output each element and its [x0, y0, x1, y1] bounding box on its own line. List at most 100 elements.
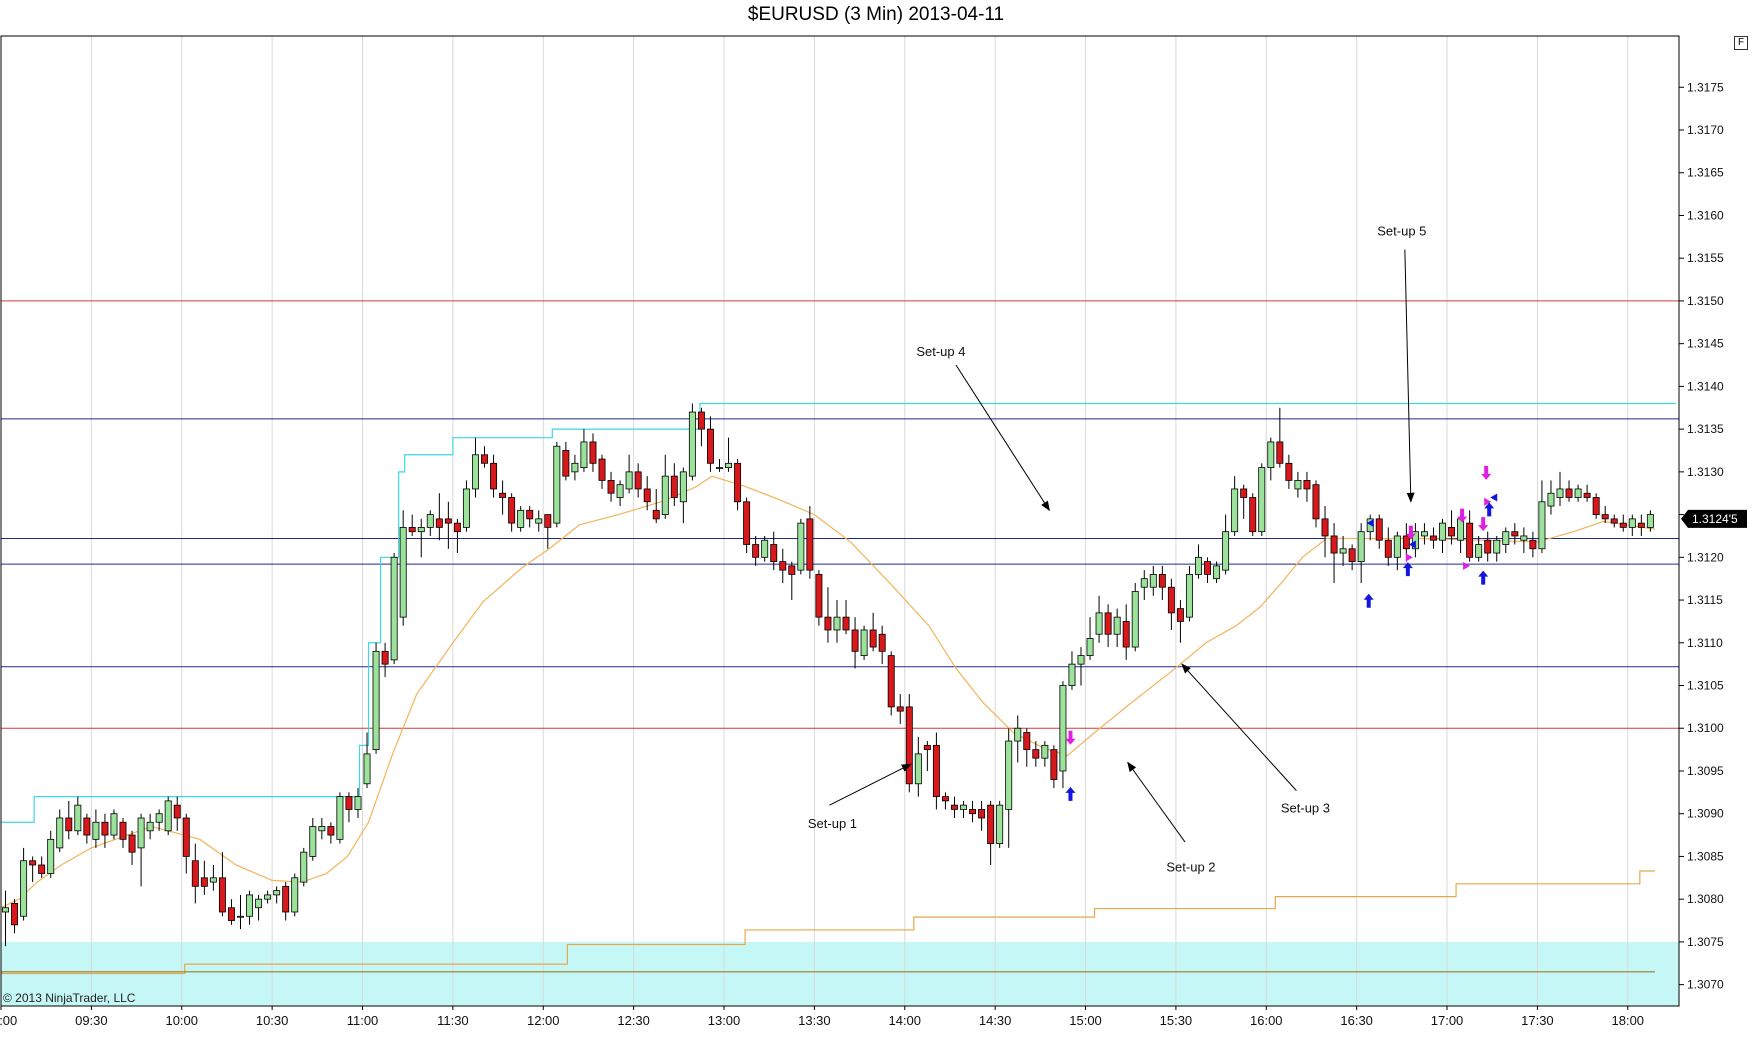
- candle-body: [688, 411, 696, 477]
- candle-body: [941, 796, 949, 802]
- candle-body: [652, 509, 660, 520]
- candle-body: [851, 629, 859, 652]
- candle-body: [1104, 612, 1112, 635]
- candle-body: [255, 898, 263, 909]
- candle-body: [1357, 531, 1365, 562]
- candle-body: [47, 838, 55, 874]
- x-tick-label: 10:00: [165, 1013, 198, 1028]
- candle-body: [1466, 522, 1474, 558]
- candle-body: [1556, 488, 1564, 498]
- y-tick-label: 1.3170: [1687, 123, 1724, 137]
- candle-body: [1312, 484, 1320, 520]
- candle-body: [625, 471, 633, 490]
- candle: [1249, 493, 1257, 536]
- candle-body: [716, 467, 723, 469]
- candle-body: [878, 633, 886, 652]
- x-tick-label: 09:30: [75, 1013, 108, 1028]
- y-tick-label: 1.3090: [1687, 807, 1724, 821]
- candle-body: [300, 851, 308, 883]
- candle: [797, 518, 805, 575]
- candle-body: [679, 471, 687, 503]
- candle-body: [1348, 548, 1356, 562]
- candle-body: [1574, 488, 1582, 498]
- candle-body: [1077, 655, 1085, 665]
- candle-body: [481, 454, 488, 464]
- x-tick-label: 17:30: [1521, 1013, 1554, 1028]
- candle-body: [1637, 522, 1645, 528]
- candle-body: [1393, 535, 1401, 558]
- candle: [1131, 582, 1139, 652]
- candle-body: [1457, 518, 1465, 541]
- candle-body: [1050, 749, 1058, 780]
- y-tick-label: 1.3135: [1687, 422, 1724, 436]
- candle-body: [191, 860, 199, 887]
- chart-canvas[interactable]: Set-up 1 Set-up 2 Set-up 3 Set-up 4 Set-up 5…: [0, 0, 1752, 1064]
- x-tick-label: 14:00: [888, 1013, 921, 1028]
- candle-body: [670, 475, 678, 498]
- x-tick-label: 16:30: [1340, 1013, 1373, 1028]
- candle-body: [101, 821, 109, 836]
- y-tick-label: 1.3110: [1687, 636, 1723, 650]
- candle-body: [905, 706, 913, 785]
- candle-body: [327, 826, 335, 836]
- candle-body: [119, 821, 127, 840]
- candle-body: [1222, 531, 1230, 571]
- candle: [1185, 565, 1193, 622]
- candle-body: [1484, 539, 1492, 554]
- candle-body: [1249, 497, 1257, 533]
- x-tick-label: 15:30: [1160, 1013, 1193, 1028]
- candle-body: [1601, 514, 1609, 520]
- candle-body: [535, 518, 543, 524]
- candle-body: [1023, 732, 1031, 751]
- candle-body: [164, 800, 172, 832]
- candle-body: [1538, 501, 1546, 550]
- candle-body: [29, 860, 37, 866]
- candle-body: [1511, 531, 1519, 537]
- candle-body: [1439, 522, 1446, 541]
- candle-body: [110, 813, 118, 836]
- candle-body: [1565, 488, 1573, 498]
- candle-body: [770, 544, 778, 562]
- y-tick-label: 1.3120: [1687, 550, 1724, 564]
- candle-body: [309, 826, 317, 857]
- candle-body: [291, 877, 299, 913]
- candle-body: [336, 796, 344, 840]
- f-button[interactable]: F: [1734, 36, 1748, 50]
- candle-body: [227, 907, 235, 921]
- annotation-label: Set-up 2: [1166, 860, 1215, 875]
- candle-body: [553, 445, 561, 524]
- annotation-label: Set-up 4: [916, 344, 965, 359]
- candle-body: [345, 796, 353, 810]
- candle-body: [426, 514, 434, 528]
- candle-body: [544, 514, 552, 528]
- candle-body: [1610, 518, 1618, 524]
- candle-body: [1583, 492, 1591, 498]
- candle-body: [1529, 539, 1537, 550]
- candle-body: [960, 804, 967, 810]
- x-tick-label: 14:30: [979, 1013, 1012, 1028]
- candle-body: [1059, 685, 1067, 772]
- candle-body: [996, 804, 1004, 845]
- candle-body: [1122, 621, 1130, 648]
- annotation-label: Set-up 3: [1281, 801, 1330, 816]
- candle-body: [1402, 535, 1410, 550]
- candle-body: [1448, 527, 1456, 537]
- y-tick-label: 1.3160: [1687, 208, 1724, 222]
- candle-body: [1204, 561, 1212, 575]
- x-tick-label: 16:00: [1250, 1013, 1283, 1028]
- candle-body: [246, 894, 254, 917]
- candle: [1258, 463, 1266, 536]
- candle-body: [237, 915, 244, 918]
- candle-body: [923, 744, 931, 751]
- x-tick-label: 13:00: [708, 1013, 741, 1028]
- candle-body: [1520, 535, 1528, 541]
- candle-body: [1321, 518, 1329, 537]
- candle-body: [806, 518, 814, 571]
- candle-body: [1303, 480, 1311, 490]
- candle: [336, 792, 344, 844]
- candle-body: [932, 744, 940, 798]
- candle-body: [1384, 539, 1392, 558]
- candle-body: [815, 574, 823, 618]
- candle-body: [417, 527, 425, 533]
- candle-body: [1294, 480, 1302, 490]
